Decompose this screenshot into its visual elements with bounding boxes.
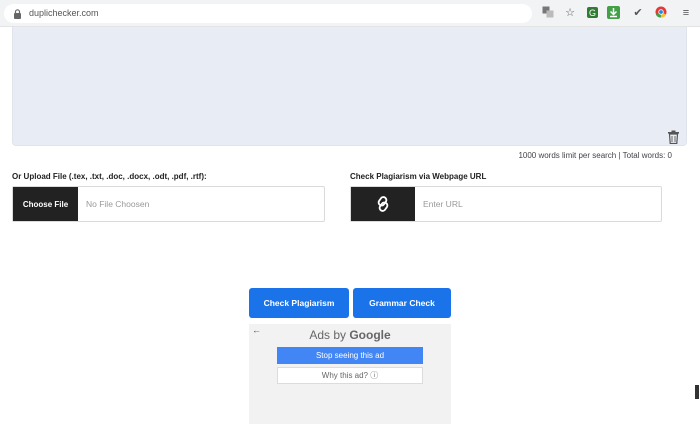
ad-panel: ← Ads by Google Stop seeing this ad Why … — [249, 324, 451, 424]
url-input-field[interactable]: Enter URL — [350, 186, 662, 222]
browser-toolbar: duplichecker.com ☆ G ✔ ≡ — [0, 0, 700, 27]
extension-icon[interactable]: G — [585, 6, 599, 20]
trash-icon[interactable] — [667, 130, 680, 144]
download-icon[interactable] — [606, 6, 620, 20]
translate-icon[interactable] — [541, 6, 555, 20]
menu-icon[interactable]: ≡ — [679, 6, 693, 20]
file-upload-field[interactable]: Choose File No File Choosen — [12, 186, 325, 222]
ads-by-prefix: Ads by — [309, 328, 346, 342]
ads-by-google: Ads by Google — [249, 328, 451, 342]
url-input-placeholder: Enter URL — [423, 199, 463, 209]
google-logo: Google — [349, 328, 391, 342]
address-url: duplichecker.com — [29, 8, 99, 18]
word-count-status: 1000 words limit per search | Total word… — [518, 151, 672, 160]
check-plagiarism-button[interactable]: Check Plagiarism — [249, 288, 349, 318]
chrome-icon[interactable] — [654, 6, 668, 20]
choose-file-button[interactable]: Choose File — [13, 187, 78, 221]
star-icon[interactable]: ☆ — [563, 6, 577, 20]
text-input-area[interactable] — [12, 27, 687, 146]
address-bar[interactable]: duplichecker.com — [4, 4, 532, 23]
upload-label: Or Upload File (.tex, .txt, .doc, .docx,… — [12, 172, 207, 181]
url-check-label: Check Plagiarism via Webpage URL — [350, 172, 487, 181]
grammar-check-button[interactable]: Grammar Check — [353, 288, 451, 318]
stop-seeing-ad-button[interactable]: Stop seeing this ad — [277, 347, 423, 364]
svg-text:G: G — [588, 8, 595, 18]
scroll-edge-marker — [695, 385, 699, 399]
file-status-text: No File Choosen — [86, 199, 150, 209]
link-button[interactable] — [351, 187, 415, 221]
link-icon — [377, 196, 389, 212]
check-icon[interactable]: ✔ — [631, 6, 645, 20]
why-this-ad-button[interactable]: Why this ad? ⓘ — [277, 367, 423, 384]
lock-icon — [14, 9, 21, 19]
